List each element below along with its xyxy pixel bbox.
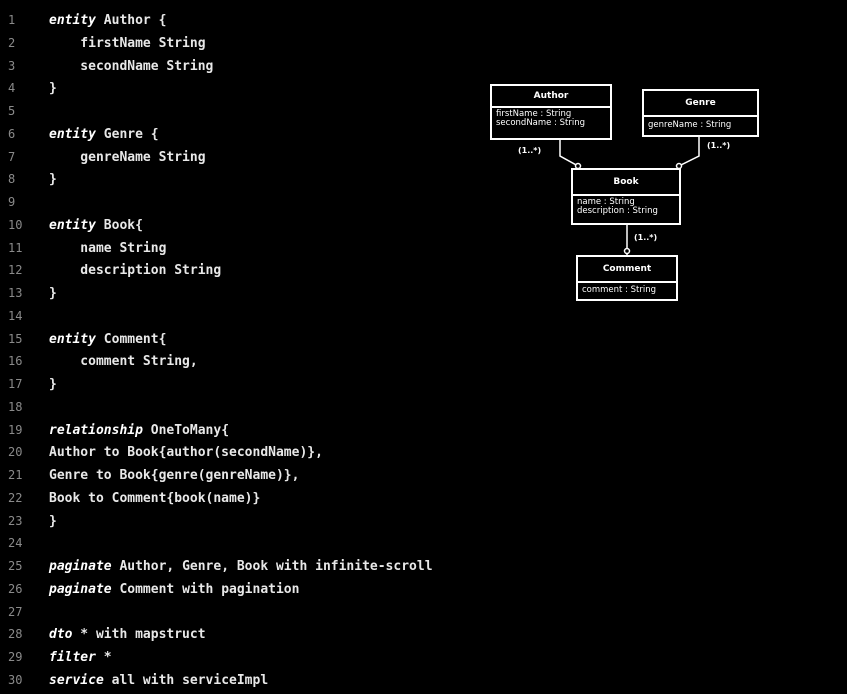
code-content: filter * (49, 646, 112, 669)
keyword: entity (49, 217, 96, 233)
code-text: Book to Comment{book(name)} (49, 490, 261, 506)
line-number: 5 (8, 104, 16, 118)
code-content: } (49, 168, 57, 191)
code-content: description String (49, 259, 221, 282)
code-content: } (49, 77, 57, 100)
code-text: firstName String (49, 35, 206, 51)
code-content: paginate Author, Genre, Book with infini… (49, 555, 433, 578)
keyword: relationship (49, 422, 143, 438)
code-text: comment String, (49, 354, 198, 370)
line-number: 27 (8, 604, 23, 619)
line-number: 15 (8, 331, 23, 346)
keyword: filter (49, 650, 96, 665)
code-text: genreName String (49, 149, 206, 165)
keyword: dto (49, 627, 73, 643)
line-number: 12 (8, 263, 23, 278)
line-number: 26 (8, 581, 23, 596)
line-number: 22 (8, 490, 23, 505)
keyword: entity (49, 331, 96, 347)
code-text: * with mapstruct (72, 627, 206, 643)
code-text: Author, Genre, Book with infinite-scroll (111, 559, 433, 574)
code-content: } (49, 510, 57, 533)
line-number: 13 (8, 286, 23, 300)
code-content: entity Genre { (49, 123, 159, 146)
line-number: 8 (8, 172, 16, 187)
code-content: genreName String (49, 146, 206, 169)
code-text: Author { (95, 13, 167, 28)
code-content: Genre to Book{genre(genreName)}, (49, 464, 299, 487)
code-text: Author to Book{author(secondName)}, (49, 445, 323, 461)
code-text: description String (49, 263, 222, 279)
code-text: Book{ (95, 217, 143, 233)
code-content: } (49, 282, 57, 305)
code-content: firstName String (49, 32, 206, 55)
code-text: } (49, 513, 57, 529)
code-text: secondName String (49, 58, 214, 74)
line-number: 9 (8, 195, 16, 209)
code-text: } (49, 286, 57, 301)
keyword: entity (49, 13, 96, 28)
line-number: 19 (8, 422, 23, 437)
code-text: * (95, 650, 112, 665)
code-text: all with serviceImpl (103, 672, 269, 688)
code-content: service all with serviceImpl (49, 669, 268, 692)
code-content: relationship OneToMany{ (49, 419, 229, 442)
keyword: paginate (49, 581, 112, 597)
line-number: 28 (8, 627, 23, 642)
code-content: entity Author { (49, 9, 166, 32)
code-text: name String (49, 240, 167, 256)
keyword: service (49, 672, 104, 688)
code-content: entity Book{ (49, 214, 143, 237)
line-number: 2 (8, 35, 16, 50)
code-content: paginate Comment with pagination (49, 578, 299, 601)
code-text: Comment{ (95, 331, 167, 347)
code-content: secondName String (49, 55, 213, 78)
line-number: 18 (8, 399, 23, 414)
line-number: 30 (8, 672, 23, 687)
line-number: 4 (8, 81, 16, 96)
code-content: name String (49, 237, 166, 260)
code-editor[interactable]: 1 entity Author { 2 firstName String 3 seco… (0, 0, 847, 694)
code-content: entity Comment{ (49, 328, 166, 351)
code-text: Genre to Book{genre(genreName)}, (49, 468, 300, 483)
keyword: paginate (49, 559, 112, 574)
line-number: 3 (8, 58, 16, 73)
code-content: comment String, (49, 350, 198, 373)
line-number: 25 (8, 559, 23, 573)
line-number: 14 (8, 308, 23, 323)
code-text: } (49, 377, 57, 392)
code-content: Book to Comment{book(name)} (49, 487, 260, 510)
line-number: 11 (8, 240, 23, 255)
code-content: dto * with mapstruct (49, 623, 206, 646)
line-number: 21 (8, 468, 23, 482)
line-number: 23 (8, 513, 23, 528)
line-number: 10 (8, 217, 23, 232)
code-text: } (49, 81, 57, 97)
code-content: Author to Book{author(secondName)}, (49, 441, 323, 464)
line-number: 17 (8, 377, 23, 391)
line-number: 20 (8, 445, 23, 460)
line-number: 6 (8, 126, 16, 141)
line-number: 1 (8, 13, 16, 27)
line-number: 29 (8, 650, 23, 664)
code-text: OneToMany{ (142, 422, 230, 438)
code-text: Genre { (95, 126, 159, 142)
line-number: 24 (8, 536, 23, 551)
code-content: } (49, 373, 57, 396)
line-number: 16 (8, 354, 23, 369)
keyword: entity (49, 126, 96, 142)
code-text: Comment with pagination (111, 581, 300, 597)
line-number: 7 (8, 149, 16, 164)
code-text: } (49, 172, 57, 188)
